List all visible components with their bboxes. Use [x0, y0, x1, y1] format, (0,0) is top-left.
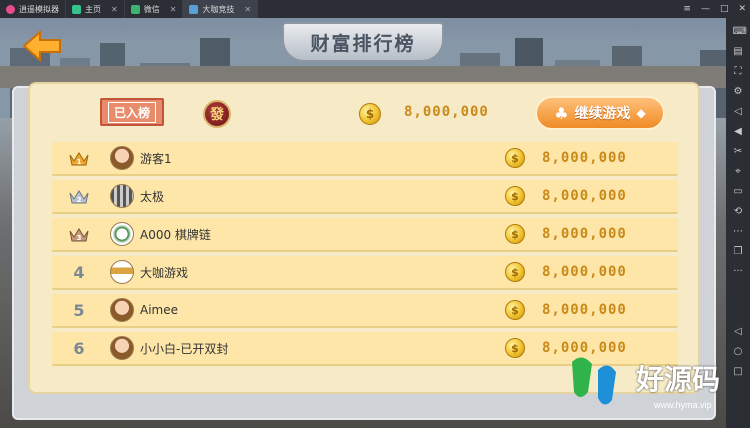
player-name: 游客1	[140, 151, 172, 166]
ranking-row[interactable]: 1 游客1 $ 8,000,000	[52, 142, 678, 176]
window-controls: ≡ — □ ✕	[683, 0, 746, 18]
tab-close-icon[interactable]: ✕	[111, 5, 118, 14]
fullscreen-icon[interactable]: ⛶	[733, 66, 744, 77]
avatar	[110, 298, 134, 322]
coin-icon: $	[505, 148, 525, 168]
player-name: Aimee	[140, 303, 178, 317]
gold-crown-icon: 1	[69, 151, 89, 166]
avatar	[110, 336, 134, 360]
folder-icon[interactable]: ▭	[733, 186, 744, 197]
tab-emulator[interactable]: 逍遥模拟器	[0, 0, 66, 18]
my-coin-amount: 8,000,000	[404, 104, 489, 120]
tab-close-icon[interactable]: ✕	[244, 5, 251, 14]
player-coins: 8,000,000	[542, 302, 627, 318]
rank-cell: 1	[52, 151, 106, 166]
ranking-row[interactable]: 4 大咖游戏 $ 8,000,000	[52, 256, 678, 290]
player-name: 小小白-已开双封	[140, 341, 229, 356]
rank-number: 2	[77, 196, 82, 204]
avatar	[110, 222, 134, 246]
nav-home-icon[interactable]: ○	[733, 346, 744, 357]
ranked-badge: 已入榜	[100, 98, 164, 126]
more-icon[interactable]: ⋯	[733, 226, 744, 237]
tab-wechat[interactable]: 微信 ✕	[125, 0, 184, 18]
wechat-icon	[130, 4, 140, 14]
player-coins: 8,000,000	[542, 264, 627, 280]
rank-number: 1	[77, 158, 82, 166]
ranking-row[interactable]: 5 Aimee $ 8,000,000	[52, 294, 678, 328]
coin-icon: $	[359, 103, 381, 125]
player-name: A000 棋牌链	[140, 227, 211, 242]
continue-game-label: 继续游戏	[574, 106, 631, 122]
club-icon: ♣	[554, 103, 569, 123]
ranked-badge-label: 已入榜	[107, 101, 156, 123]
tab-label: 大咖竞技	[202, 4, 235, 14]
title-banner: 财富排行榜	[282, 22, 444, 62]
rank-number: 6	[73, 338, 85, 358]
close-icon[interactable]: ✕	[738, 4, 746, 14]
player-coins: 8,000,000	[542, 226, 627, 242]
player-coins: 8,000,000	[542, 188, 627, 204]
rank-cell: 3	[52, 227, 106, 242]
silver-crown-icon: 2	[69, 189, 89, 204]
avatar	[110, 146, 134, 170]
more-dots-icon[interactable]: ···	[733, 266, 744, 277]
ranking-row[interactable]: 3 A000 棋牌链 $ 8,000,000	[52, 218, 678, 252]
avatar	[110, 184, 134, 208]
watermark-text: 好源码	[636, 363, 721, 396]
multi-window-icon[interactable]: ❐	[733, 246, 744, 257]
coin-icon: $	[505, 186, 525, 206]
player-name: 大咖游戏	[140, 265, 189, 280]
avatar	[110, 260, 134, 284]
tab-home[interactable]: 主页 ✕	[66, 0, 125, 18]
coin-icon: $	[505, 262, 525, 282]
tab-close-icon[interactable]: ✕	[170, 5, 177, 14]
settings-icon[interactable]: ⚙	[733, 86, 744, 97]
diamond-icon: ◆	[636, 106, 646, 120]
apk-icon[interactable]: ▤	[733, 46, 744, 57]
screenshot-icon[interactable]: ✂	[733, 146, 744, 157]
tab-label: 逍遥模拟器	[19, 4, 59, 14]
fa-chip-icon: 發	[203, 100, 231, 128]
game-app-icon	[189, 4, 199, 14]
coin-icon: $	[505, 300, 525, 320]
tab-label: 微信	[143, 4, 160, 14]
nav-back-icon[interactable]: ◁	[733, 326, 744, 337]
volume-down-icon[interactable]: ◀	[733, 126, 744, 137]
nav-recent-icon[interactable]: □	[733, 366, 744, 377]
player-name: 太极	[140, 189, 165, 204]
keyboard-icon[interactable]: ⌨	[733, 26, 747, 37]
emulator-sidebar: ⌨ ▤ ⛶ ⚙ ◁ ◀ ✂ ⌖ ▭ ⟲ ⋯ ❐ ··· ◁ ○ □	[726, 18, 750, 428]
ranking-row[interactable]: 2 太极 $ 8,000,000	[52, 180, 678, 214]
rank-number: 5	[73, 300, 85, 320]
rotate-icon[interactable]: ⟲	[733, 206, 744, 217]
rank-number: 3	[77, 234, 82, 242]
page-title: 财富排行榜	[310, 32, 416, 55]
bronze-crown-icon: 3	[69, 227, 89, 242]
coin-icon: $	[505, 338, 525, 358]
back-arrow-icon[interactable]	[22, 30, 62, 62]
volume-up-icon[interactable]: ◁	[733, 106, 744, 117]
tab-game[interactable]: 大咖竞技 ✕	[183, 0, 259, 18]
home-icon	[72, 4, 81, 14]
rank-cell: 2	[52, 189, 106, 204]
maximize-icon[interactable]: □	[720, 4, 729, 14]
menu-icon[interactable]: ≡	[683, 4, 691, 14]
player-coins: 8,000,000	[542, 150, 627, 166]
coin-icon: $	[505, 224, 525, 244]
continue-game-button[interactable]: ♣ 继续游戏 ◆	[535, 96, 665, 130]
tab-label: 主页	[85, 4, 101, 14]
location-icon[interactable]: ⌖	[733, 166, 744, 177]
emulator-titlebar: 逍遥模拟器 主页 ✕ 微信 ✕ 大咖竞技 ✕ ≡ — □ ✕	[0, 0, 750, 18]
rank-number: 4	[73, 262, 85, 282]
watermark-url: www.hyma.vip	[654, 400, 712, 410]
minimize-icon[interactable]: —	[701, 4, 710, 14]
emulator-logo-icon	[6, 4, 15, 14]
